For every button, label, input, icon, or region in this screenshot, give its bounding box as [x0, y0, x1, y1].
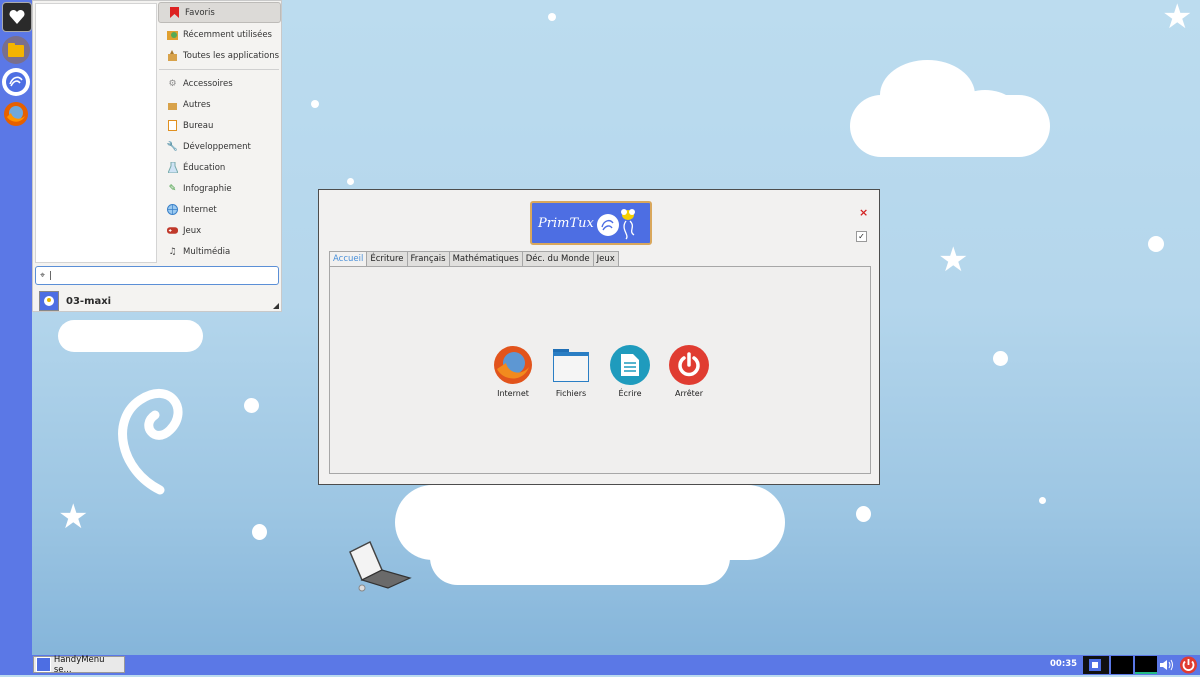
- star: ★: [58, 497, 89, 537]
- snow-dot: [1148, 236, 1164, 252]
- cpu-monitor-graph[interactable]: [1111, 656, 1133, 674]
- category-label: Développement: [183, 141, 251, 152]
- power-icon: [669, 345, 709, 385]
- category-infographie[interactable]: ✎ Infographie: [157, 178, 281, 199]
- launcher-label: Écrire: [618, 389, 642, 398]
- launcher-label: Fichiers: [555, 389, 587, 398]
- handymenu-task-icon: [36, 657, 51, 672]
- office-icon: [167, 120, 178, 131]
- globe-icon: [167, 204, 178, 215]
- user-name: 03-maxi: [66, 295, 112, 307]
- category-bureau[interactable]: Bureau: [157, 115, 281, 136]
- swirl-decoration: [118, 389, 183, 495]
- bookmark-icon: [169, 7, 180, 18]
- document-icon: [610, 345, 650, 385]
- category-label: Jeux: [183, 225, 202, 236]
- user-info[interactable]: 03-maxi: [39, 291, 111, 311]
- category-list: Favoris Récemment utilisées Toutes les a…: [157, 1, 281, 262]
- volume-icon[interactable]: [1158, 656, 1176, 674]
- search-input[interactable]: |: [49, 271, 52, 281]
- graphics-icon: ✎: [168, 183, 177, 194]
- category-label: Récemment utilisées: [183, 29, 272, 40]
- music-icon: ♫: [168, 246, 177, 257]
- logo-mascot-icon: [596, 209, 635, 240]
- primtux-logo: PrimTux: [530, 201, 652, 245]
- close-icon[interactable]: ×: [859, 206, 868, 219]
- task-label: HandyMenu se...: [53, 654, 105, 675]
- launcher-label: Arrêter: [674, 389, 703, 398]
- cloud-top-right-puff2: [950, 90, 1020, 140]
- wrench-icon: 🔧: [166, 141, 179, 152]
- category-education[interactable]: Éducation: [157, 157, 281, 178]
- network-monitor-icon[interactable]: [1083, 656, 1109, 674]
- snow-dot: [244, 398, 259, 413]
- search-icon: ⌖: [40, 270, 46, 281]
- firefox-icon: [493, 345, 533, 385]
- logo-text: PrimTux: [538, 215, 594, 231]
- star: ★: [938, 240, 969, 280]
- launcher-label: Internet: [497, 389, 529, 398]
- category-label: Accessoires: [183, 78, 233, 89]
- cloud-left: [58, 320, 203, 352]
- taskbar-item-handymenu[interactable]: HandyMenu se...: [33, 654, 125, 675]
- handymenu-icon[interactable]: [2, 68, 30, 96]
- clock[interactable]: 00:35: [1050, 659, 1077, 669]
- category-label: Éducation: [183, 162, 226, 173]
- star: ★: [1162, 0, 1193, 37]
- category-label: Internet: [183, 204, 217, 215]
- category-internet[interactable]: Internet: [157, 199, 281, 220]
- category-label: Infographie: [183, 183, 232, 194]
- category-developpement[interactable]: 🔧 Développement: [157, 136, 281, 157]
- category-jeux[interactable]: Jeux: [157, 220, 281, 241]
- resize-grip-icon[interactable]: [273, 303, 279, 309]
- accessories-icon: ⚙: [168, 78, 177, 89]
- category-all-apps[interactable]: Toutes les applications: [157, 45, 281, 66]
- launcher-arreter[interactable]: Arrêter: [659, 345, 719, 398]
- launcher-ecrire[interactable]: Écrire: [600, 345, 660, 398]
- category-multimedia[interactable]: ♫ Multimédia: [157, 241, 281, 262]
- category-label: Toutes les applications: [183, 50, 280, 61]
- laptop-icon: [349, 540, 412, 592]
- all-apps-icon: [167, 50, 178, 61]
- left-dock: [0, 0, 32, 655]
- primtux-menu-icon[interactable]: [2, 2, 32, 32]
- category-accessoires[interactable]: ⚙ Accessoires: [157, 73, 281, 94]
- category-label: Favoris: [185, 7, 215, 18]
- education-icon: [167, 162, 178, 173]
- handymenu-window: PrimTux × ✓ Accueil Écriture Français Ma…: [318, 189, 880, 485]
- snow-dot: [856, 506, 871, 522]
- favorites-panel: [35, 3, 157, 263]
- search-field[interactable]: ⌖ |: [35, 266, 279, 285]
- category-recent[interactable]: Récemment utilisées: [157, 24, 281, 45]
- cloud-bottom-center-puff: [430, 530, 730, 585]
- launcher-fichiers[interactable]: Fichiers: [541, 345, 601, 398]
- divider: [159, 69, 279, 70]
- category-label: Autres: [183, 99, 211, 110]
- category-label: Multimédia: [183, 246, 231, 257]
- snow-dot: [1039, 497, 1046, 504]
- firefox-icon[interactable]: [2, 100, 30, 128]
- launcher-internet[interactable]: Internet: [483, 345, 543, 398]
- category-label: Bureau: [183, 120, 214, 131]
- snow-dot: [252, 524, 267, 540]
- tab-panel-accueil: Internet Fichiers Écrire Arrêter: [329, 266, 871, 474]
- recent-icon: [167, 29, 178, 40]
- shutdown-icon[interactable]: [1179, 656, 1198, 674]
- snow-dot: [993, 351, 1008, 366]
- keep-open-checkbox[interactable]: ✓: [856, 231, 867, 242]
- category-autres[interactable]: Autres: [157, 94, 281, 115]
- bottom-panel: HandyMenu se... 00:35: [0, 655, 1200, 675]
- others-icon: [167, 99, 178, 110]
- folder-icon: [551, 345, 591, 385]
- memory-monitor-graph[interactable]: [1135, 656, 1157, 674]
- gamepad-icon: [167, 225, 178, 236]
- application-menu: Favoris Récemment utilisées Toutes les a…: [32, 0, 282, 312]
- snow-dot: [311, 100, 319, 108]
- category-favoris[interactable]: Favoris: [158, 2, 281, 23]
- snow-dot: [548, 13, 556, 21]
- file-manager-icon[interactable]: [2, 36, 30, 64]
- avatar: [39, 291, 59, 311]
- snow-dot: [347, 178, 354, 185]
